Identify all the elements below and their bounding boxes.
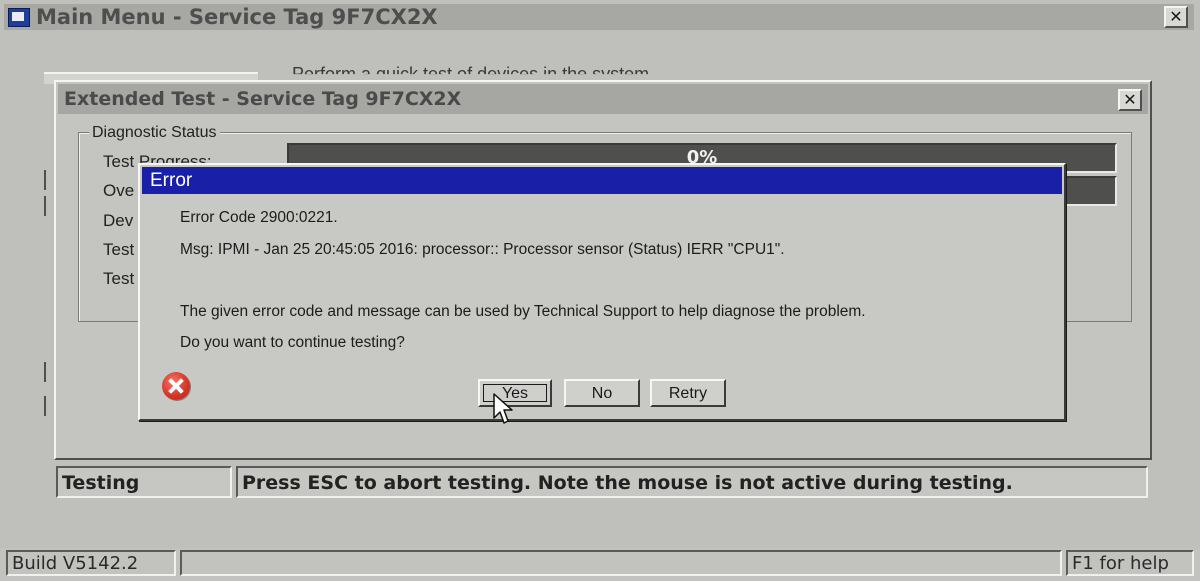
help-hint: F1 for help (1066, 550, 1194, 576)
main-menu-edge (44, 396, 46, 416)
error-message: Msg: IPMI - Jan 25 20:45:05 2016: proces… (180, 241, 785, 258)
main-menu-edge (44, 196, 46, 216)
app-window-icon (8, 8, 30, 27)
main-menu-edge (44, 362, 46, 382)
abort-instructions: Press ESC to abort testing. Note the mou… (236, 466, 1148, 498)
retry-button[interactable]: Retry (650, 379, 726, 407)
main-close-button[interactable]: ✕ (1164, 6, 1188, 28)
device-label: Dev (103, 211, 134, 230)
overall-progress-label: Ove (103, 181, 135, 200)
bottom-status-bar: Build V5142.2 F1 for help (0, 548, 1200, 581)
extended-test-close-button[interactable]: ✕ (1118, 89, 1142, 111)
main-menu-edge (44, 170, 46, 190)
error-info: The given error code and message can be … (180, 303, 866, 320)
error-dialog: Error Error Code 2900:0221. Msg: IPMI - … (138, 163, 1066, 421)
testing-state: Testing (56, 466, 232, 498)
build-version: Build V5142.2 (6, 550, 176, 576)
main-window-titlebar: Main Menu - Service Tag 9F7CX2X ✕ (4, 4, 1194, 30)
extended-test-title: Extended Test - Service Tag 9F7CX2X (64, 88, 462, 110)
main-window-title: Main Menu - Service Tag 9F7CX2X (36, 5, 438, 29)
continue-question: Do you want to continue testing? (180, 334, 405, 351)
diagnostic-status-legend: Diagnostic Status (89, 124, 220, 142)
error-dialog-titlebar: Error (142, 167, 1062, 194)
no-button[interactable]: No (564, 379, 640, 407)
error-x-icon (162, 372, 190, 400)
testing-status-strip: Testing Press ESC to abort testing. Note… (46, 466, 1150, 502)
status-message-panel (180, 550, 1062, 576)
mouse-pointer-icon (493, 393, 513, 424)
test-label: Test (103, 269, 135, 288)
error-dialog-title: Error (150, 170, 193, 191)
error-code: Error Code 2900:0221. (180, 209, 338, 226)
test-label: Test (103, 240, 135, 259)
extended-test-titlebar: Extended Test - Service Tag 9F7CX2X ✕ (58, 84, 1148, 114)
